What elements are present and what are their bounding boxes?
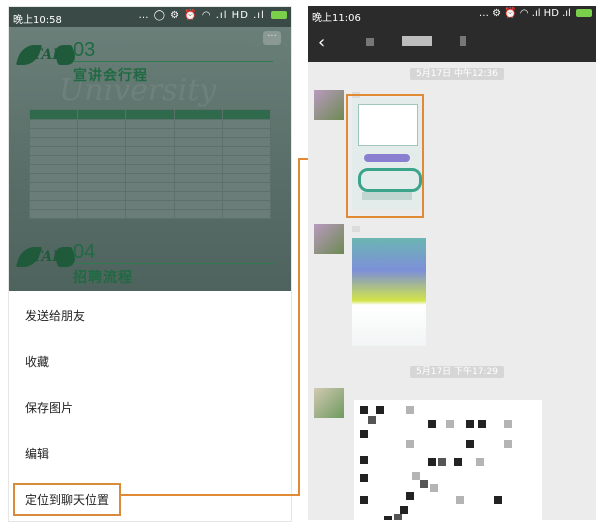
status-icon-group: … ⚙ ⏰ ◠ .ıl HD .ıl [478,8,571,19]
recruitment-poster-image[interactable]: ··· University TAL 03 宣讲会行程 TAL 04 招聘流程 [9,27,291,291]
section-title: 招聘流程 [73,270,133,286]
sender-name [352,226,360,232]
battery-icon [576,9,592,17]
status-bar: 晚上11:06 … ⚙ ⏰ ◠ .ıl HD .ıl [308,6,596,24]
chat-timestamp: 5月17日 下午17:29 [410,366,504,378]
chat-titlebar: ‹ [308,24,596,62]
menu-favorite[interactable]: 收藏 [25,353,49,370]
menu-locate-in-chat[interactable]: 定位到聊天位置 [13,483,122,516]
chat-image-poster[interactable] [352,238,426,346]
image-action-menu: 发送给朋友 收藏 保存图片 编辑 定位到聊天位置 [9,291,291,521]
redacted-chat-name [402,36,432,46]
avatar[interactable] [314,388,344,418]
section-number: 03 [73,39,96,61]
status-time: 晚上10:58 [13,15,62,26]
chat-image-qr[interactable] [354,400,542,520]
avatar[interactable] [314,224,344,254]
battery-icon [271,11,287,19]
schedule-table [28,109,272,219]
menu-save-image[interactable]: 保存图片 [25,399,73,416]
status-time: 晚上11:06 [312,13,361,24]
left-phone-screen: 晚上10:58 … ◯ ⚙ ⏰ ◠ .ıl HD .ıl ··· Univers… [8,6,292,522]
avatar[interactable] [314,90,344,120]
connector-line [298,158,300,496]
menu-send-to-friend[interactable]: 发送给朋友 [25,307,85,324]
section-title: 宣讲会行程 [73,68,148,84]
status-bar: 晚上10:58 … ◯ ⚙ ⏰ ◠ .ıl HD .ıl [9,7,291,27]
connector-line [120,494,298,496]
section-divider [73,263,273,264]
menu-edit[interactable]: 编辑 [25,445,49,462]
status-icons: … ◯ ⚙ ⏰ ◠ .ıl HD .ıl [139,10,287,21]
section-number: 04 [73,241,96,263]
chat-timestamp: 5月17日 中午12:36 [410,68,504,80]
status-icon-group: … ◯ ⚙ ⏰ ◠ .ıl HD .ıl [138,10,265,21]
more-icon[interactable]: ··· [263,31,281,45]
tal-logo: TAL [15,39,79,65]
right-phone-screen: 晚上11:06 … ⚙ ⏰ ◠ .ıl HD .ıl ‹ 5月17日 中午12:… [308,6,596,520]
status-icons: … ⚙ ⏰ ◠ .ıl HD .ıl [479,8,592,19]
redacted-block [366,38,374,46]
tal-logo: TAL [15,241,79,267]
mute-icon [460,36,466,46]
back-arrow-icon[interactable]: ‹ [318,32,325,53]
chat-image-poster[interactable] [352,98,422,210]
section-divider [73,61,273,62]
